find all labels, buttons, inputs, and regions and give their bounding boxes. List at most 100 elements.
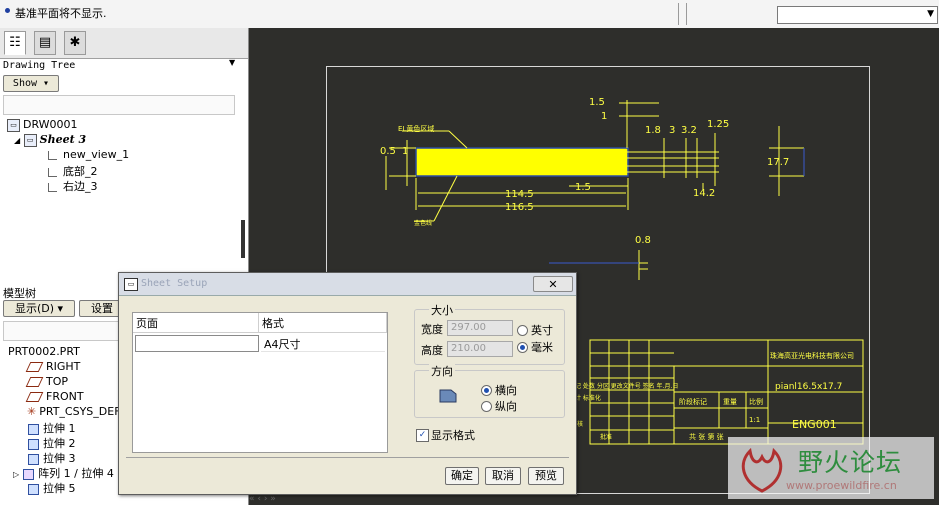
chevron-down-icon: ▼ <box>927 9 934 19</box>
watermark-url: www.proewildfire.cn <box>786 479 897 492</box>
model-tree-root[interactable]: PRT0002.PRT <box>8 345 80 358</box>
tree-filter-box[interactable] <box>3 95 235 115</box>
dialog-titlebar[interactable]: ▭ Sheet Setup ✕ <box>119 273 576 296</box>
dim-3: 3 <box>669 125 675 136</box>
height-field[interactable]: 210.00 <box>447 341 513 357</box>
sheet-setup-dialog: ▭ Sheet Setup ✕ 页面 格式 A4尺寸 大小 宽度 297.00 … <box>118 272 577 495</box>
tree-item-view[interactable]: new_view_1 <box>48 148 129 161</box>
title-approve: 批准 <box>600 433 612 441</box>
title-company: 珠海高亚光电科技有限公司 <box>770 351 854 360</box>
el-region-label: EL黄色区域 <box>398 124 434 133</box>
extrude-icon <box>28 423 39 435</box>
title-code: ENG001 <box>792 418 837 431</box>
divider <box>678 3 679 25</box>
width-label: 宽度 <box>421 323 443 336</box>
tab-tree[interactable]: ☷ <box>4 31 26 55</box>
dim-0-8: 0.8 <box>635 235 651 246</box>
title-rev-cols: 标记 处数 分区 更改文件号 签名 年.月.日 <box>569 382 678 390</box>
model-tree-item[interactable]: RIGHT <box>25 360 80 373</box>
expand-icon: ◢ <box>14 136 21 145</box>
model-tree-item[interactable]: ✳ PRT_CSYS_DEF <box>27 405 121 418</box>
splitter-grip[interactable] <box>241 220 245 258</box>
sheet-nav[interactable]: « ‹ › » <box>249 494 276 504</box>
tab-folder[interactable]: ▤ <box>34 31 56 55</box>
format-cell[interactable]: A4尺寸 <box>261 335 385 352</box>
orientation-group-label: 方向 <box>429 363 455 379</box>
show-button[interactable]: Show ▾ <box>3 75 59 92</box>
size-group-label: 大小 <box>429 302 455 318</box>
tree-item-drawing[interactable]: ▭ DRW0001 <box>7 118 78 132</box>
datum-plane-icon <box>25 392 44 402</box>
model-tree-item[interactable]: 拉伸 1 <box>28 420 76 436</box>
preview-button[interactable]: 预览 <box>528 467 564 485</box>
message-text: 基准平面将不显示. <box>15 7 107 20</box>
show-format-checkbox[interactable]: ✓ <box>416 429 429 442</box>
dialog-title: Sheet Setup <box>141 278 208 289</box>
model-tree-item[interactable]: TOP <box>25 375 68 388</box>
message-bar: 基准平面将不显示. ▼ <box>0 0 939 29</box>
tab-favorites[interactable]: ✱ <box>64 31 86 55</box>
orientation-group: 方向 横向 纵向 <box>414 363 565 418</box>
extrude-icon <box>28 453 39 465</box>
close-icon: ✕ <box>548 278 558 291</box>
tree-item-view[interactable]: 右边_3 <box>48 178 98 194</box>
width-field[interactable]: 297.00 <box>447 320 513 336</box>
extrude-icon <box>28 483 39 495</box>
watermark-title: 野火论坛 <box>798 448 903 477</box>
filter-combo[interactable]: ▼ <box>777 6 938 24</box>
portrait-radio[interactable] <box>481 401 492 412</box>
dim-3-2: 3.2 <box>681 125 697 136</box>
tree-item-view[interactable]: 底部_2 <box>48 163 98 179</box>
dim-114-5: 114.5 <box>505 189 534 200</box>
landscape-page-icon <box>439 389 457 403</box>
check-icon: ✓ <box>418 430 427 440</box>
folder-icon: ▤ <box>38 35 52 50</box>
size-group: 大小 宽度 297.00 英寸 高度 210.00 毫米 <box>414 302 565 365</box>
model-tree-show-button[interactable]: 显示(D) ▾ <box>3 300 75 317</box>
extrude-icon <box>28 438 39 450</box>
leader-label: 金色线 <box>414 219 432 227</box>
landscape-radio[interactable] <box>481 385 492 396</box>
height-label: 高度 <box>421 344 443 357</box>
expand-icon: ▷ <box>13 470 20 479</box>
csys-icon: ✳ <box>27 405 37 418</box>
page-cell[interactable] <box>135 335 259 352</box>
datum-plane-icon <box>25 362 44 372</box>
show-format-label: 显示格式 <box>431 429 475 442</box>
model-tree-item[interactable]: ▷ 阵列 1 / 拉伸 4 <box>13 465 114 481</box>
title-sheets: 共 张 第 张 <box>689 432 724 441</box>
cancel-button[interactable]: 取消 <box>485 467 521 485</box>
model-tree-item[interactable]: 拉伸 5 <box>28 480 76 496</box>
dim-14-2: 14.2 <box>693 188 715 199</box>
dim-1-5-top: 1.5 <box>589 97 605 108</box>
title-stage: 阶段标记 <box>679 397 707 406</box>
model-tree-item[interactable]: 拉伸 3 <box>28 450 76 466</box>
tree-item-sheet[interactable]: ◢ ▭ Sheet 3 <box>14 133 86 147</box>
col-header-format: 格式 <box>259 313 387 333</box>
model-tree-item[interactable]: 拉伸 2 <box>28 435 76 451</box>
forum-watermark: 野火论坛 www.proewildfire.cn <box>728 437 934 499</box>
panel-menu-icon[interactable]: ▼ <box>229 58 235 67</box>
dim-17-7: 17.7 <box>767 157 789 168</box>
view-icon <box>48 150 57 160</box>
divider <box>126 457 569 458</box>
dim-1-25: 1.25 <box>707 119 729 130</box>
unit-mm-radio[interactable] <box>517 342 528 353</box>
sheet-table: 页面 格式 A4尺寸 <box>132 312 388 453</box>
dialog-icon: ▭ <box>124 278 138 291</box>
navigator-tabs: ☷ ▤ ✱ <box>0 28 248 59</box>
dim-1-5-mid: 1.5 <box>575 182 591 193</box>
dim-1-left: 1 <box>402 146 408 157</box>
pattern-icon <box>23 468 35 480</box>
tree-icon: ☷ <box>9 35 21 50</box>
drawing-icon: ▭ <box>7 118 20 132</box>
dim-1-top: 1 <box>601 111 607 122</box>
close-button[interactable]: ✕ <box>533 276 573 292</box>
title-scale: 比例 <box>749 397 763 406</box>
model-tree-item[interactable]: FRONT <box>25 390 84 403</box>
divider <box>686 3 687 25</box>
ok-button[interactable]: 确定 <box>445 467 479 485</box>
unit-inch-radio[interactable] <box>517 325 528 336</box>
part-body <box>415 147 629 177</box>
bullet-icon <box>5 8 10 13</box>
